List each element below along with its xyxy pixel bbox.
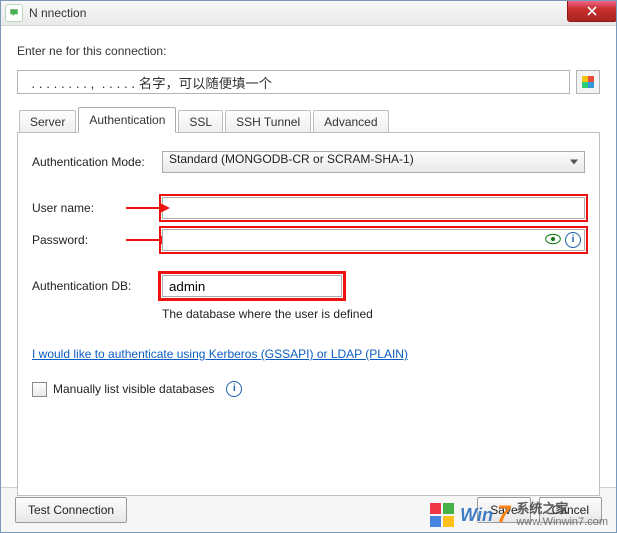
tab-panel-authentication: Authentication Mode: Standard (MONGODB-C… [17,132,600,496]
tab-authentication[interactable]: Authentication [78,107,176,133]
auth-mode-label: Authentication Mode: [32,155,162,169]
titlebar: N nnection [1,1,616,26]
test-connection-button[interactable]: Test Connection [15,497,127,523]
dialog-content: Enter ne for this connection: Server Aut… [1,26,616,496]
close-button[interactable] [567,0,617,22]
window-title: N nnection [29,6,86,20]
manual-db-label: Manually list visible databases [53,382,214,396]
tab-ssh-tunnel[interactable]: SSH Tunnel [225,110,311,133]
reveal-password-button[interactable] [545,233,561,248]
username-input[interactable] [162,197,585,219]
manual-db-checkbox[interactable] [32,382,47,397]
tab-server[interactable]: Server [19,110,76,133]
watermark-brand: Win [460,506,493,524]
red-arrow-icon [126,201,170,215]
info-icon[interactable]: i [226,381,242,397]
tab-advanced[interactable]: Advanced [313,110,388,133]
auth-mode-row: Authentication Mode: Standard (MONGODB-C… [32,151,585,173]
color-picker-button[interactable] [576,70,600,94]
tab-ssl[interactable]: SSL [178,110,223,133]
app-icon [5,4,23,22]
auth-db-input[interactable] [162,275,342,297]
windows-flag-icon [430,503,454,527]
password-icons: i [545,232,581,248]
auth-db-hint: The database where the user is defined [162,307,585,321]
watermark-url: www.Winwin7.com [516,516,608,528]
color-swatch-icon [582,76,594,88]
username-row: User name: [32,197,585,219]
auth-mode-value: Standard (MONGODB-CR or SCRAM-SHA-1) [169,152,414,166]
kerberos-ldap-link[interactable]: I would like to authenticate using Kerbe… [32,347,408,361]
dialog-window: N nnection Enter ne for this connection:… [0,0,617,533]
name-prompt: Enter ne for this connection: [17,44,600,58]
tab-strip: Server Authentication SSL SSH Tunnel Adv… [17,106,600,132]
chevron-down-icon [570,160,578,165]
auth-db-label: Authentication DB: [32,279,162,293]
auth-mode-select[interactable]: Standard (MONGODB-CR or SCRAM-SHA-1) [162,151,585,173]
watermark-cn: 系统之家 [516,502,568,516]
password-input[interactable] [162,229,585,251]
tabs: Server Authentication SSL SSH Tunnel Adv… [17,106,600,496]
name-row [17,70,600,94]
auth-db-row: Authentication DB: [32,275,585,297]
eye-icon [545,233,561,245]
watermark: Win 7 系统之家 www.Winwin7.com [430,502,608,528]
password-row: Password: i [32,229,585,251]
connection-name-input[interactable] [17,70,570,94]
manual-db-row: Manually list visible databases i [32,381,585,397]
close-icon [587,6,597,16]
watermark-seven: 7 [497,505,510,525]
info-icon[interactable]: i [565,232,581,248]
